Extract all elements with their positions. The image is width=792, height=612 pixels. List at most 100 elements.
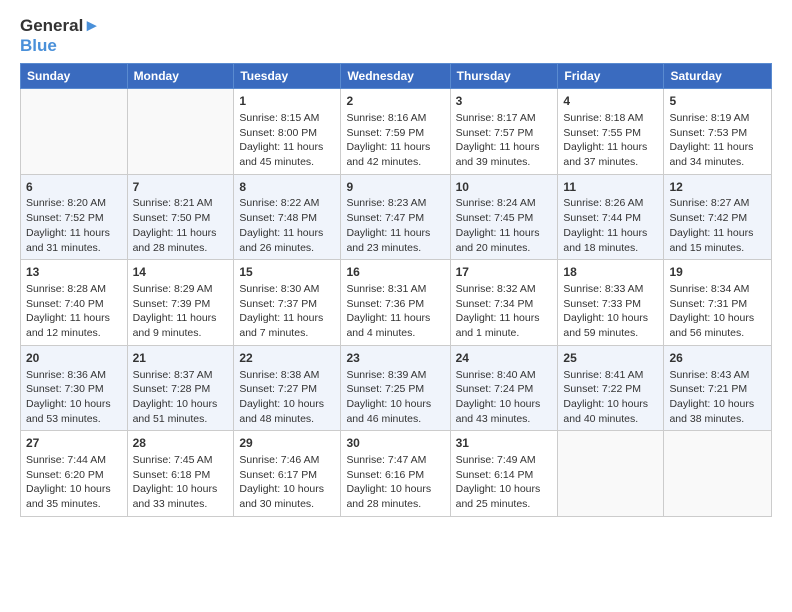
calendar-day-header: Friday <box>558 64 664 89</box>
day-info: Sunrise: 8:39 AM Sunset: 7:25 PM Dayligh… <box>346 368 444 427</box>
day-info: Sunrise: 8:40 AM Sunset: 7:24 PM Dayligh… <box>456 368 553 427</box>
day-number: 18 <box>563 264 658 281</box>
day-info: Sunrise: 8:24 AM Sunset: 7:45 PM Dayligh… <box>456 196 553 255</box>
logo-text-block: General► Blue <box>20 16 100 55</box>
day-number: 25 <box>563 350 658 367</box>
day-number: 27 <box>26 435 122 452</box>
calendar-week-row: 13Sunrise: 8:28 AM Sunset: 7:40 PM Dayli… <box>21 260 772 346</box>
day-info: Sunrise: 7:45 AM Sunset: 6:18 PM Dayligh… <box>133 453 229 512</box>
page: General► Blue SundayMondayTuesdayWednesd… <box>0 0 792 612</box>
calendar-cell: 30Sunrise: 7:47 AM Sunset: 6:16 PM Dayli… <box>341 431 450 517</box>
day-info: Sunrise: 8:30 AM Sunset: 7:37 PM Dayligh… <box>239 282 335 341</box>
day-number: 9 <box>346 179 444 196</box>
calendar-cell: 10Sunrise: 8:24 AM Sunset: 7:45 PM Dayli… <box>450 174 558 260</box>
day-info: Sunrise: 8:32 AM Sunset: 7:34 PM Dayligh… <box>456 282 553 341</box>
calendar-day-header: Monday <box>127 64 234 89</box>
day-info: Sunrise: 8:29 AM Sunset: 7:39 PM Dayligh… <box>133 282 229 341</box>
day-info: Sunrise: 8:18 AM Sunset: 7:55 PM Dayligh… <box>563 111 658 170</box>
day-number: 23 <box>346 350 444 367</box>
day-info: Sunrise: 8:17 AM Sunset: 7:57 PM Dayligh… <box>456 111 553 170</box>
day-number: 5 <box>669 93 766 110</box>
calendar-cell <box>127 89 234 175</box>
logo-general: General► <box>20 16 100 36</box>
calendar-cell: 26Sunrise: 8:43 AM Sunset: 7:21 PM Dayli… <box>664 345 772 431</box>
day-info: Sunrise: 8:36 AM Sunset: 7:30 PM Dayligh… <box>26 368 122 427</box>
calendar-week-row: 6Sunrise: 8:20 AM Sunset: 7:52 PM Daylig… <box>21 174 772 260</box>
calendar-cell: 1Sunrise: 8:15 AM Sunset: 8:00 PM Daylig… <box>234 89 341 175</box>
day-info: Sunrise: 8:33 AM Sunset: 7:33 PM Dayligh… <box>563 282 658 341</box>
day-info: Sunrise: 8:41 AM Sunset: 7:22 PM Dayligh… <box>563 368 658 427</box>
day-info: Sunrise: 7:44 AM Sunset: 6:20 PM Dayligh… <box>26 453 122 512</box>
calendar-cell: 11Sunrise: 8:26 AM Sunset: 7:44 PM Dayli… <box>558 174 664 260</box>
calendar-cell: 8Sunrise: 8:22 AM Sunset: 7:48 PM Daylig… <box>234 174 341 260</box>
calendar-cell: 15Sunrise: 8:30 AM Sunset: 7:37 PM Dayli… <box>234 260 341 346</box>
day-number: 10 <box>456 179 553 196</box>
calendar-header-row: SundayMondayTuesdayWednesdayThursdayFrid… <box>21 64 772 89</box>
day-number: 16 <box>346 264 444 281</box>
day-number: 14 <box>133 264 229 281</box>
day-number: 20 <box>26 350 122 367</box>
day-number: 26 <box>669 350 766 367</box>
calendar-table: SundayMondayTuesdayWednesdayThursdayFrid… <box>20 63 772 517</box>
day-info: Sunrise: 8:38 AM Sunset: 7:27 PM Dayligh… <box>239 368 335 427</box>
day-number: 8 <box>239 179 335 196</box>
calendar-cell: 9Sunrise: 8:23 AM Sunset: 7:47 PM Daylig… <box>341 174 450 260</box>
calendar-week-row: 20Sunrise: 8:36 AM Sunset: 7:30 PM Dayli… <box>21 345 772 431</box>
day-info: Sunrise: 8:19 AM Sunset: 7:53 PM Dayligh… <box>669 111 766 170</box>
calendar-cell: 18Sunrise: 8:33 AM Sunset: 7:33 PM Dayli… <box>558 260 664 346</box>
calendar-cell: 16Sunrise: 8:31 AM Sunset: 7:36 PM Dayli… <box>341 260 450 346</box>
logo-blue: Blue <box>20 36 100 56</box>
day-info: Sunrise: 8:15 AM Sunset: 8:00 PM Dayligh… <box>239 111 335 170</box>
day-number: 30 <box>346 435 444 452</box>
day-info: Sunrise: 8:23 AM Sunset: 7:47 PM Dayligh… <box>346 196 444 255</box>
day-number: 11 <box>563 179 658 196</box>
day-info: Sunrise: 8:28 AM Sunset: 7:40 PM Dayligh… <box>26 282 122 341</box>
day-number: 28 <box>133 435 229 452</box>
calendar-cell: 29Sunrise: 7:46 AM Sunset: 6:17 PM Dayli… <box>234 431 341 517</box>
calendar-cell: 24Sunrise: 8:40 AM Sunset: 7:24 PM Dayli… <box>450 345 558 431</box>
calendar-cell: 20Sunrise: 8:36 AM Sunset: 7:30 PM Dayli… <box>21 345 128 431</box>
day-number: 24 <box>456 350 553 367</box>
calendar-cell: 12Sunrise: 8:27 AM Sunset: 7:42 PM Dayli… <box>664 174 772 260</box>
day-number: 6 <box>26 179 122 196</box>
day-number: 12 <box>669 179 766 196</box>
calendar-day-header: Sunday <box>21 64 128 89</box>
calendar-cell: 17Sunrise: 8:32 AM Sunset: 7:34 PM Dayli… <box>450 260 558 346</box>
day-info: Sunrise: 8:43 AM Sunset: 7:21 PM Dayligh… <box>669 368 766 427</box>
calendar-cell: 22Sunrise: 8:38 AM Sunset: 7:27 PM Dayli… <box>234 345 341 431</box>
calendar-cell: 31Sunrise: 7:49 AM Sunset: 6:14 PM Dayli… <box>450 431 558 517</box>
day-number: 2 <box>346 93 444 110</box>
calendar-cell: 28Sunrise: 7:45 AM Sunset: 6:18 PM Dayli… <box>127 431 234 517</box>
day-number: 19 <box>669 264 766 281</box>
calendar-cell <box>558 431 664 517</box>
day-info: Sunrise: 8:21 AM Sunset: 7:50 PM Dayligh… <box>133 196 229 255</box>
calendar-week-row: 1Sunrise: 8:15 AM Sunset: 8:00 PM Daylig… <box>21 89 772 175</box>
day-number: 7 <box>133 179 229 196</box>
calendar-week-row: 27Sunrise: 7:44 AM Sunset: 6:20 PM Dayli… <box>21 431 772 517</box>
day-info: Sunrise: 7:47 AM Sunset: 6:16 PM Dayligh… <box>346 453 444 512</box>
day-number: 29 <box>239 435 335 452</box>
calendar-cell: 6Sunrise: 8:20 AM Sunset: 7:52 PM Daylig… <box>21 174 128 260</box>
calendar-day-header: Wednesday <box>341 64 450 89</box>
calendar-cell: 5Sunrise: 8:19 AM Sunset: 7:53 PM Daylig… <box>664 89 772 175</box>
calendar-day-header: Saturday <box>664 64 772 89</box>
day-number: 17 <box>456 264 553 281</box>
logo: General► Blue <box>20 16 100 55</box>
day-number: 21 <box>133 350 229 367</box>
calendar-cell: 19Sunrise: 8:34 AM Sunset: 7:31 PM Dayli… <box>664 260 772 346</box>
calendar-cell: 3Sunrise: 8:17 AM Sunset: 7:57 PM Daylig… <box>450 89 558 175</box>
calendar-cell: 25Sunrise: 8:41 AM Sunset: 7:22 PM Dayli… <box>558 345 664 431</box>
day-info: Sunrise: 7:46 AM Sunset: 6:17 PM Dayligh… <box>239 453 335 512</box>
header: General► Blue <box>20 16 772 55</box>
calendar-cell: 23Sunrise: 8:39 AM Sunset: 7:25 PM Dayli… <box>341 345 450 431</box>
day-info: Sunrise: 8:31 AM Sunset: 7:36 PM Dayligh… <box>346 282 444 341</box>
day-info: Sunrise: 8:37 AM Sunset: 7:28 PM Dayligh… <box>133 368 229 427</box>
day-number: 3 <box>456 93 553 110</box>
day-info: Sunrise: 8:22 AM Sunset: 7:48 PM Dayligh… <box>239 196 335 255</box>
day-info: Sunrise: 8:26 AM Sunset: 7:44 PM Dayligh… <box>563 196 658 255</box>
calendar-day-header: Tuesday <box>234 64 341 89</box>
day-number: 22 <box>239 350 335 367</box>
day-number: 1 <box>239 93 335 110</box>
calendar-cell <box>664 431 772 517</box>
day-info: Sunrise: 8:27 AM Sunset: 7:42 PM Dayligh… <box>669 196 766 255</box>
